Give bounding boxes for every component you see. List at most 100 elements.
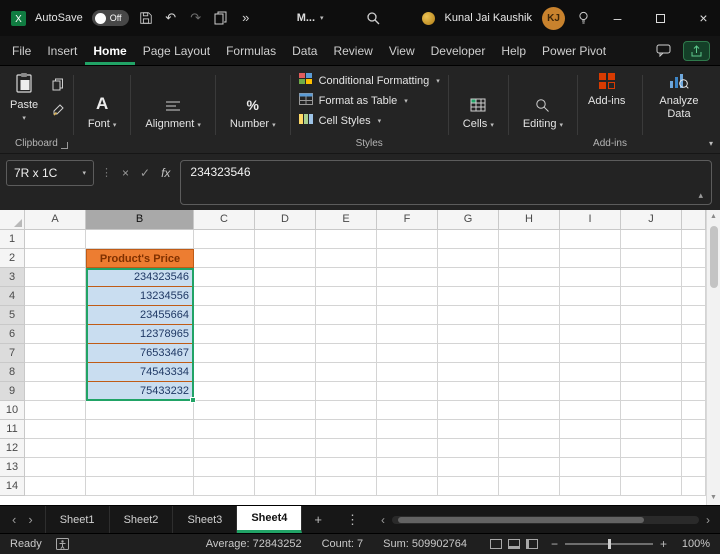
cell-i13[interactable] (560, 458, 621, 477)
cell-h8[interactable] (499, 363, 560, 382)
menu-tab-help[interactable]: Help (493, 36, 534, 65)
cell-i11[interactable] (560, 420, 621, 439)
cell-g13[interactable] (438, 458, 499, 477)
format-painter-button[interactable] (49, 101, 67, 117)
cell-d11[interactable] (255, 420, 316, 439)
next-sheet-icon[interactable]: › (28, 512, 32, 527)
cell-h14[interactable] (499, 477, 560, 496)
cell-e1[interactable] (316, 230, 377, 249)
cell-c8[interactable] (194, 363, 255, 382)
cell-h2[interactable] (499, 249, 560, 268)
cell-b13[interactable] (86, 458, 194, 477)
cell-g10[interactable] (438, 401, 499, 420)
cell-h12[interactable] (499, 439, 560, 458)
column-header-partial[interactable] (682, 210, 706, 230)
cell-e2[interactable] (316, 249, 377, 268)
cell-b12[interactable] (86, 439, 194, 458)
column-header-h[interactable]: H (499, 210, 560, 230)
cancel-icon[interactable]: × (122, 166, 129, 180)
cell-d9[interactable] (255, 382, 316, 401)
name-box[interactable]: 7R x 1C ▾ (6, 160, 94, 186)
editing-group-button[interactable]: Editing ▾ (514, 69, 572, 153)
column-header-f[interactable]: F (377, 210, 438, 230)
cell-e14[interactable] (316, 477, 377, 496)
insert-function-icon[interactable]: fx (161, 166, 170, 180)
cell-e6[interactable] (316, 325, 377, 344)
cell-b3[interactable]: 234323546 (86, 268, 194, 287)
sheet-tab-sheet4[interactable]: Sheet4 (237, 506, 303, 533)
cell-h6[interactable] (499, 325, 560, 344)
excel-app-icon[interactable]: X (10, 10, 26, 26)
cell-j10[interactable] (621, 401, 682, 420)
new-sheet-button[interactable]: + (302, 506, 334, 533)
cell-j14[interactable] (621, 477, 682, 496)
column-header-j[interactable]: J (621, 210, 682, 230)
ribbon-button-cell-styles[interactable]: Cell Styles ▾ (296, 111, 443, 130)
cell-d6[interactable] (255, 325, 316, 344)
cell-h7[interactable] (499, 344, 560, 363)
cell-partial[interactable] (682, 477, 706, 496)
cell-d7[interactable] (255, 344, 316, 363)
cell-e10[interactable] (316, 401, 377, 420)
cell-a11[interactable] (25, 420, 86, 439)
cell-j6[interactable] (621, 325, 682, 344)
column-header-b[interactable]: B (86, 210, 194, 230)
close-button[interactable]: × (687, 0, 720, 36)
cell-h13[interactable] (499, 458, 560, 477)
cell-partial[interactable] (682, 287, 706, 306)
row-header-11[interactable]: 11 (0, 420, 25, 439)
horizontal-scroll-track[interactable] (391, 515, 699, 524)
cell-j12[interactable] (621, 439, 682, 458)
lightbulb-icon[interactable] (575, 10, 591, 26)
cell-c9[interactable] (194, 382, 255, 401)
cell-partial[interactable] (682, 401, 706, 420)
cell-g5[interactable] (438, 306, 499, 325)
sheet-options-icon[interactable]: ⋮ (334, 506, 371, 533)
row-header-14[interactable]: 14 (0, 477, 25, 496)
rewards-icon[interactable] (421, 11, 435, 25)
menu-tab-developer[interactable]: Developer (423, 36, 494, 65)
menu-tab-review[interactable]: Review (325, 36, 380, 65)
cell-j4[interactable] (621, 287, 682, 306)
normal-view-icon[interactable] (489, 539, 502, 549)
cell-f8[interactable] (377, 363, 438, 382)
zoom-out-icon[interactable]: − (551, 538, 558, 550)
cell-c7[interactable] (194, 344, 255, 363)
zoom-level[interactable]: 100% (680, 538, 710, 550)
cell-i8[interactable] (560, 363, 621, 382)
cell-partial[interactable] (682, 325, 706, 344)
cell-partial[interactable] (682, 306, 706, 325)
collapse-formula-bar-icon[interactable]: ▴ (698, 190, 703, 201)
cell-e11[interactable] (316, 420, 377, 439)
paste-button[interactable]: Paste ▾ (5, 69, 43, 137)
clipboard-dialog-launcher-icon[interactable] (60, 142, 68, 149)
row-header-3[interactable]: 3 (0, 268, 25, 287)
cell-c14[interactable] (194, 477, 255, 496)
menu-tab-page-layout[interactable]: Page Layout (135, 36, 218, 65)
cell-e5[interactable] (316, 306, 377, 325)
cell-b7[interactable]: 76533467 (86, 344, 194, 363)
formula-input[interactable]: 234323546 ▴ (180, 160, 712, 205)
cell-d14[interactable] (255, 477, 316, 496)
row-header-13[interactable]: 13 (0, 458, 25, 477)
column-header-a[interactable]: A (25, 210, 86, 230)
cell-h9[interactable] (499, 382, 560, 401)
cell-i5[interactable] (560, 306, 621, 325)
undo-icon[interactable]: ↶ (163, 10, 179, 26)
cell-j7[interactable] (621, 344, 682, 363)
previous-sheet-icon[interactable]: ‹ (12, 512, 16, 527)
row-header-5[interactable]: 5 (0, 306, 25, 325)
font-group-button[interactable]: A Font ▾ (79, 69, 126, 153)
ribbon-button-format-as-table[interactable]: Format as Table ▾ (296, 91, 443, 110)
formula-bar-handle[interactable]: ⋮ (101, 160, 112, 186)
cell-b5[interactable]: 23455664 (86, 306, 194, 325)
row-header-7[interactable]: 7 (0, 344, 25, 363)
share-button[interactable] (683, 40, 710, 61)
cell-d2[interactable] (255, 249, 316, 268)
vertical-scroll-thumb[interactable] (709, 226, 718, 288)
cell-i12[interactable] (560, 439, 621, 458)
cell-i6[interactable] (560, 325, 621, 344)
cell-e8[interactable] (316, 363, 377, 382)
cell-b11[interactable] (86, 420, 194, 439)
cell-a3[interactable] (25, 268, 86, 287)
